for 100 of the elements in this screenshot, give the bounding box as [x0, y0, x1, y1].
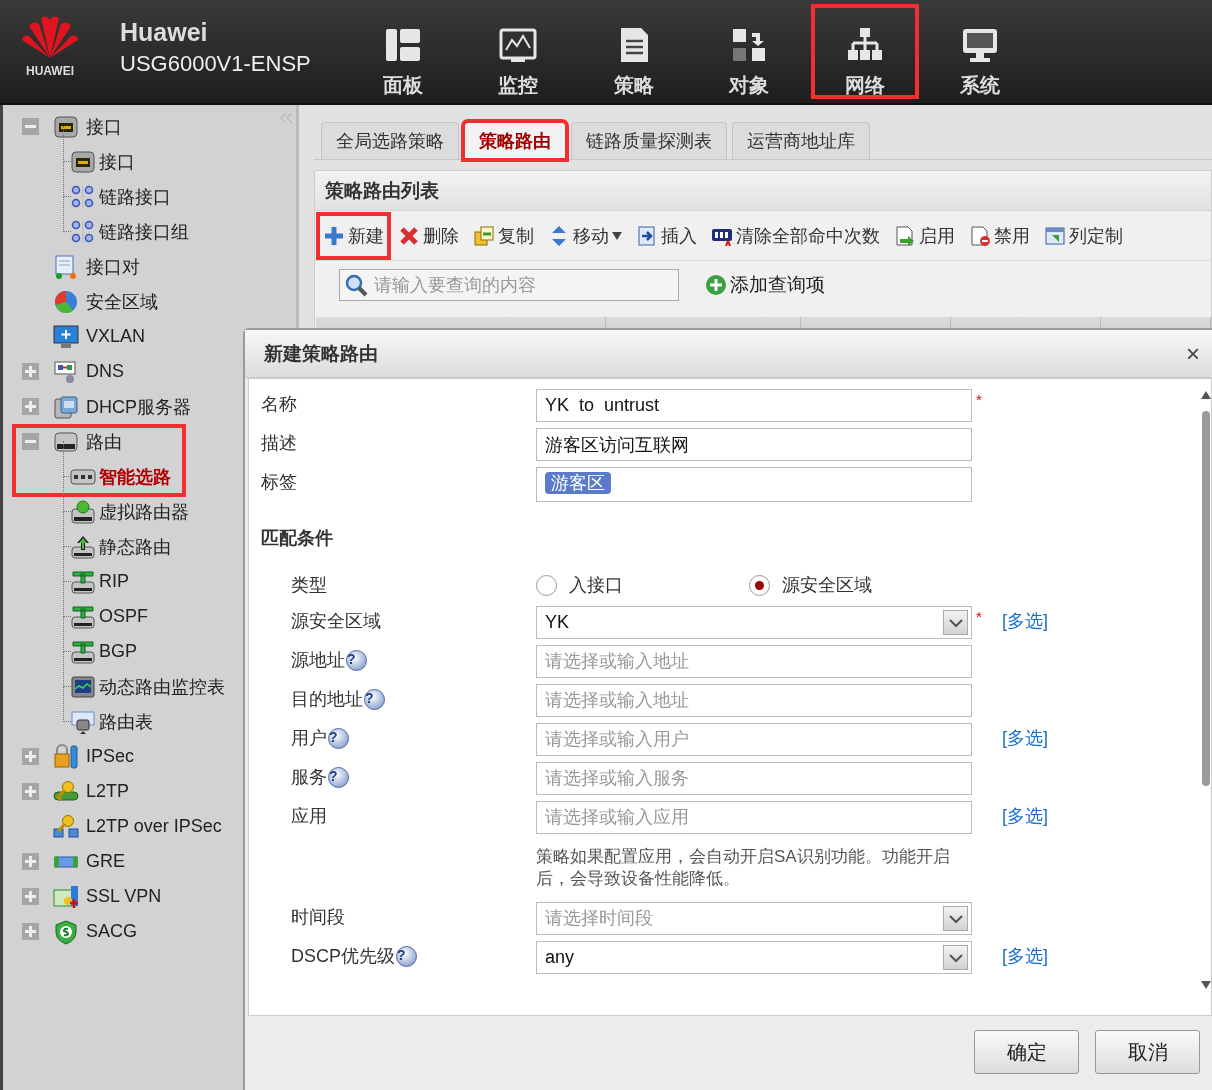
help-icon[interactable]: ? [346, 649, 367, 671]
field-label: 目的地址 [291, 688, 363, 711]
expand-toggle[interactable] [22, 748, 39, 765]
help-icon[interactable]: ? [328, 766, 349, 788]
radio-button[interactable] [536, 574, 557, 596]
tree-item[interactable]: 路由表 [99, 709, 153, 734]
dropdown[interactable]: 请选择时间段 [536, 902, 972, 935]
toolbar-button[interactable]: 禁用 [964, 213, 1035, 258]
tree-item[interactable]: SSL VPN [86, 886, 162, 907]
dialog-title: 新建策略路由 [264, 341, 378, 366]
tree-item[interactable]: DNS [86, 361, 124, 382]
tab[interactable]: 全局选路策略 [321, 122, 459, 159]
tab[interactable]: 链路质量探测表 [571, 122, 727, 159]
tree-item[interactable]: 动态路由监控表 [99, 674, 225, 699]
dialog-button[interactable]: 确定 [974, 1030, 1079, 1074]
radio-option[interactable]: 入接口 [536, 573, 749, 597]
monitor-icon [53, 323, 79, 350]
collapse-toggle[interactable] [22, 433, 39, 450]
collapse-toggle[interactable] [22, 118, 39, 135]
tree-item[interactable]: OSPF [99, 606, 148, 627]
input-field[interactable]: 请选择或输入地址 [536, 645, 972, 678]
tree-item[interactable]: 路由 [86, 429, 122, 454]
input-field[interactable]: 请选择或输入服务 [536, 762, 972, 795]
close-button[interactable]: × [1182, 339, 1204, 368]
multi-select-link[interactable]: [多选] [1002, 801, 1048, 828]
plus-icon [705, 274, 727, 296]
nav-tab[interactable]: 监控 [460, 0, 576, 103]
tree-item[interactable]: 链路接口组 [99, 219, 189, 244]
tag: 游客区 [545, 472, 611, 494]
expand-toggle[interactable] [22, 363, 39, 380]
tree-item[interactable]: 接口 [99, 149, 135, 174]
toolbar-button[interactable]: 复制 [468, 213, 539, 258]
expand-toggle[interactable] [22, 398, 39, 415]
input-field[interactable]: 请选择或输入应用 [536, 801, 972, 834]
scrollbar[interactable] [1201, 391, 1211, 991]
tree-item[interactable]: GRE [86, 851, 125, 872]
toolbar-button[interactable]: 新建 [318, 213, 389, 258]
dropdown-input[interactable]: any [537, 947, 943, 968]
nav-tab[interactable]: 对象 [691, 0, 807, 103]
help-icon[interactable]: ? [364, 688, 385, 710]
tree-item[interactable]: L2TP over IPSec [86, 816, 222, 837]
dropdown[interactable]: any [536, 941, 972, 974]
radio-option[interactable]: 源安全区域 [749, 573, 962, 597]
input-field[interactable]: 请选择或输入用户 [536, 723, 972, 756]
tree-item[interactable]: 虚拟路由器 [99, 499, 189, 524]
nav-tab[interactable]: 面板 [345, 0, 461, 103]
tree-item[interactable]: 接口 [86, 114, 122, 139]
tree-item[interactable]: VXLAN [86, 326, 146, 347]
dropdown-input[interactable]: YK [537, 612, 943, 633]
add-query-button[interactable]: 添加查询项 [699, 271, 831, 299]
pie-chart-icon [53, 288, 79, 315]
toolbar-button[interactable]: 移动 [543, 213, 627, 258]
multi-select-link[interactable]: [多选] [1002, 941, 1048, 968]
help-icon[interactable]: ? [328, 727, 349, 749]
dropdown-button[interactable] [943, 610, 968, 635]
tree-item[interactable]: 链路接口 [99, 184, 171, 209]
shield-icon [53, 918, 79, 945]
radio-button[interactable] [749, 574, 770, 596]
tree-item[interactable]: 智能选路 [99, 464, 171, 489]
tree-item[interactable]: RIP [99, 571, 129, 592]
tree-item[interactable]: 安全区域 [86, 289, 158, 314]
dropdown-button[interactable] [943, 906, 968, 931]
expand-toggle[interactable] [22, 923, 39, 940]
toolbar-button[interactable]: 清除全部命中次数 [706, 213, 885, 258]
tree-item[interactable]: 静态路由 [99, 534, 171, 559]
nav-tab[interactable]: 系统 [922, 0, 1038, 103]
tab[interactable]: 策略路由 [464, 122, 566, 159]
expand-toggle[interactable] [22, 853, 39, 870]
tree-item[interactable]: SACG [86, 921, 137, 942]
multi-select-link[interactable]: [多选] [1002, 723, 1048, 750]
input-field[interactable]: 请选择或输入地址 [536, 684, 972, 717]
field-label: 服务 [291, 766, 327, 789]
help-icon[interactable]: ? [396, 945, 417, 967]
expand-toggle[interactable] [22, 783, 39, 800]
tree-item[interactable]: IPSec [86, 746, 135, 767]
expand-toggle[interactable] [22, 888, 39, 905]
dropdown[interactable]: YK [536, 606, 972, 639]
toolbar-button[interactable]: 删除 [393, 213, 464, 258]
nav-tab[interactable]: 网络 [807, 0, 923, 103]
document-icon [53, 253, 79, 280]
tag-field[interactable]: 游客区 [536, 467, 972, 502]
nodes-icon [70, 218, 96, 245]
tree-item[interactable]: BGP [99, 641, 137, 662]
toolbar-button[interactable]: 启用 [889, 213, 960, 258]
nav-tab[interactable]: 策略 [576, 0, 692, 103]
input-field[interactable]: 游客区访问互联网 [536, 428, 972, 461]
search-field[interactable]: 请输入要查询的内容 [339, 269, 679, 301]
search-input[interactable]: 请输入要查询的内容 [372, 273, 672, 297]
toolbar-button[interactable]: 列定制 [1039, 213, 1128, 258]
dropdown-input[interactable]: 请选择时间段 [537, 908, 943, 929]
multi-select-link[interactable]: [多选] [1002, 606, 1048, 633]
input-field[interactable]: YK to untrust [536, 389, 972, 422]
toolbar-button[interactable]: 插入 [631, 213, 702, 258]
tree-item[interactable]: DHCP服务器 [86, 394, 191, 419]
dialog-button[interactable]: 取消 [1095, 1030, 1200, 1074]
tree-item[interactable]: L2TP [86, 781, 130, 802]
dropdown-button[interactable] [943, 945, 968, 970]
search-icon [344, 273, 368, 297]
tab[interactable]: 运营商地址库 [732, 122, 870, 159]
tree-item[interactable]: 接口对 [86, 254, 140, 279]
